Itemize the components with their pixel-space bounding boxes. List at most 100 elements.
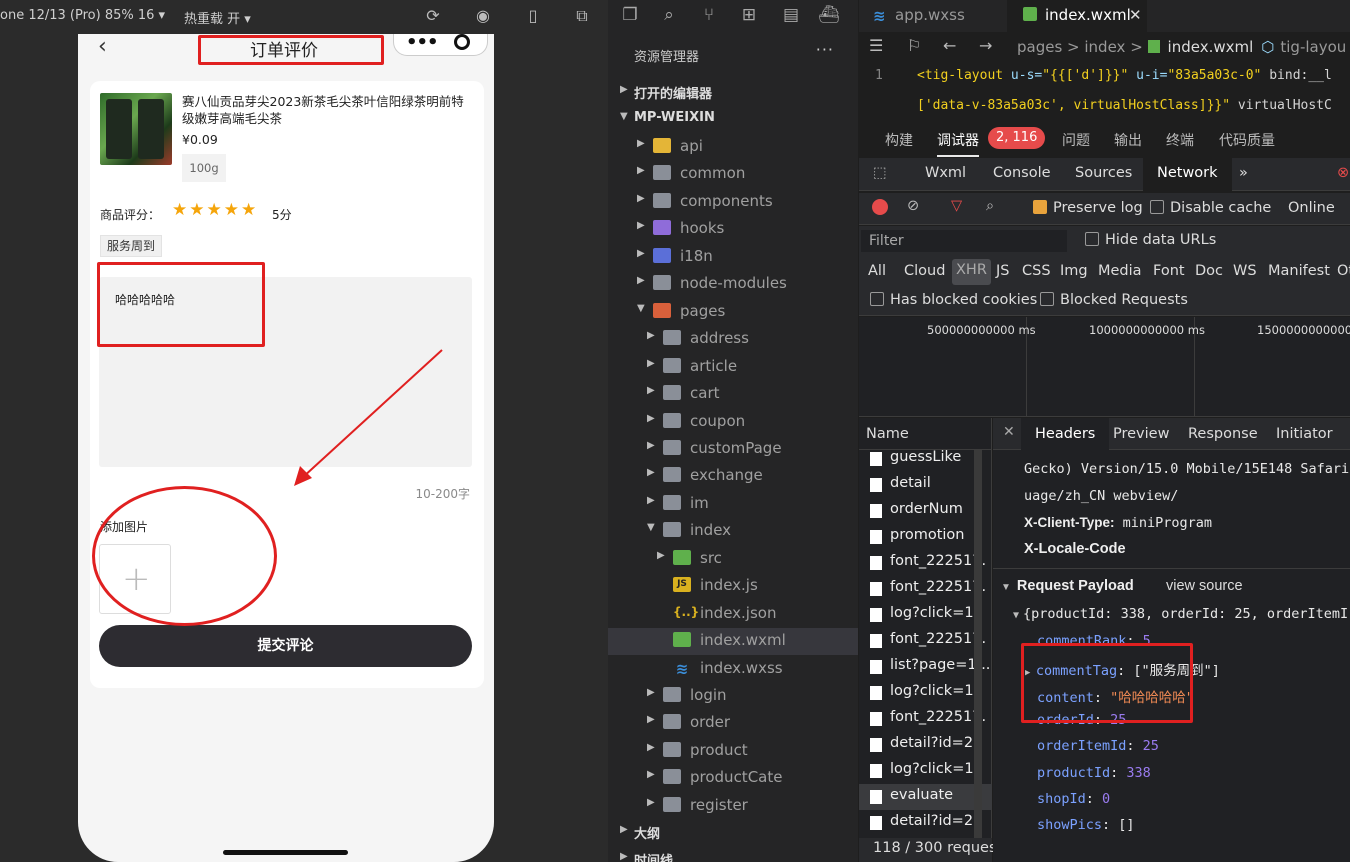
back-arrow-icon[interactable]: ← (943, 36, 956, 55)
record-icon[interactable] (872, 199, 888, 215)
request-row[interactable]: detail (859, 472, 992, 498)
files-icon[interactable]: ❐ (619, 5, 641, 27)
tab-code-quality[interactable]: 代码质量 (1219, 130, 1275, 150)
tab-console[interactable]: Console (993, 165, 1051, 181)
search-icon[interactable]: ⌕ (986, 198, 994, 214)
request-row[interactable]: detail?id=25 (859, 810, 992, 836)
tab-app-wxss[interactable]: ≋ app.wxss (859, 0, 1007, 32)
tree-item-custompage[interactable]: ▶ customPage (608, 436, 858, 463)
tree-item-components[interactable]: ▶ components (608, 189, 858, 216)
tree-item-index-wxss[interactable]: ≋ index.wxss (608, 656, 858, 683)
source-control-icon[interactable]: ⑂ (698, 5, 720, 27)
request-row[interactable]: promotion (859, 524, 992, 550)
filter-font[interactable]: Font (1153, 263, 1185, 279)
filter-manifest[interactable]: Manifest (1268, 263, 1330, 279)
list-icon[interactable]: ☰ (869, 36, 883, 55)
filter-xhr[interactable]: XHR (952, 259, 991, 285)
tab-preview[interactable]: Preview (1113, 426, 1169, 442)
request-row[interactable]: guessLike (859, 446, 992, 472)
error-icon[interactable]: ⊗ (1337, 165, 1349, 181)
bookmark-icon[interactable]: ⚐ (907, 36, 921, 55)
tree-item-cart[interactable]: ▶ cart (608, 381, 858, 408)
request-row[interactable]: orderNum (859, 498, 992, 524)
tree-item-index-json[interactable]: {..} index.json (608, 601, 858, 628)
filter-input[interactable]: Filter (861, 230, 1067, 252)
tree-item-index-js[interactable]: JS index.js (608, 573, 858, 600)
tree-item-productcate[interactable]: ▶ productCate (608, 765, 858, 792)
tab-problems[interactable]: 问题 (1062, 130, 1090, 150)
hide-data-urls-checkbox[interactable]: Hide data URLs (1085, 232, 1216, 248)
filter-css[interactable]: CSS (1022, 263, 1051, 279)
network-timeline[interactable]: 500000000000 ms 1000000000000 ms 1500000… (859, 317, 1350, 417)
filter-cloud[interactable]: Cloud (904, 263, 945, 279)
breadcrumb-file[interactable]: index.wxml (1168, 38, 1254, 56)
request-row[interactable]: log?click=1 (859, 680, 992, 706)
more-tabs-icon[interactable]: » (1239, 165, 1248, 181)
tree-item-login[interactable]: ▶ login (608, 683, 858, 710)
outline-section[interactable]: ▶ 大纲 (608, 820, 858, 847)
timeline-section[interactable]: ▶ 时间线 (608, 847, 858, 862)
payload-summary[interactable]: ▼ {productId: 338, orderId: 25, orderItem… (1013, 606, 1348, 622)
scrollbar[interactable] (974, 450, 982, 840)
tree-item-index[interactable]: ▼ index (608, 518, 858, 545)
breadcrumb-path[interactable]: pages > index > (1017, 38, 1148, 56)
has-blocked-cookies-checkbox[interactable]: Has blocked cookies (870, 292, 1037, 308)
tab-terminal[interactable]: 终端 (1166, 130, 1194, 150)
request-row[interactable]: log?click=1 (859, 602, 992, 628)
tab-wxml[interactable]: Wxml (925, 165, 966, 181)
panel-icon[interactable]: ▤ (780, 5, 802, 27)
view-source-link[interactable]: view source (1166, 578, 1243, 594)
tree-item-coupon[interactable]: ▶ coupon (608, 409, 858, 436)
tab-network[interactable]: Network (1143, 158, 1232, 191)
request-row[interactable]: evaluate (859, 784, 992, 810)
blocked-requests-checkbox[interactable]: Blocked Requests (1040, 292, 1188, 308)
tab-sources[interactable]: Sources (1075, 165, 1132, 181)
filter-doc[interactable]: Doc (1195, 263, 1223, 279)
tree-item-src[interactable]: ▶ src (608, 546, 858, 573)
tree-item-product[interactable]: ▶ product (608, 738, 858, 765)
code-editor[interactable]: 1 <tig-layout u-s="{{['d']}}" u-i="83a5a… (859, 62, 1350, 120)
more-actions-icon[interactable]: ··· (816, 40, 834, 59)
tree-item-article[interactable]: ▶ article (608, 354, 858, 381)
request-row[interactable]: detail?id=25 (859, 732, 992, 758)
throttling-select[interactable]: Online (1288, 200, 1335, 216)
close-tab-icon[interactable]: ✕ (1129, 0, 1142, 30)
request-row[interactable]: log?click=1 (859, 758, 992, 784)
tab-index-wxml[interactable]: index.wxml ✕ (1007, 0, 1147, 32)
tree-item-pages[interactable]: ▼ pages (608, 299, 858, 326)
tree-item-address[interactable]: ▶ address (608, 326, 858, 353)
tab-initiator[interactable]: Initiator (1276, 426, 1333, 442)
extensions-icon[interactable]: ⊞ (738, 5, 760, 27)
close-icon[interactable]: ✕ (1003, 424, 1015, 440)
tab-debugger[interactable]: 调试器 (937, 130, 979, 157)
request-payload-section[interactable]: ▼ Request Payload (1001, 578, 1134, 594)
preserve-log-checkbox[interactable]: Preserve log (1033, 200, 1143, 216)
tab-response[interactable]: Response (1188, 426, 1258, 442)
filter-ws[interactable]: WS (1233, 263, 1257, 279)
request-row[interactable]: font_222517. (859, 576, 992, 602)
filter-other[interactable]: Ot (1337, 263, 1350, 279)
open-editors-section[interactable]: ▶ 打开的编辑器 (608, 80, 858, 107)
request-row[interactable]: font_222517. (859, 706, 992, 732)
tree-item-node-modules[interactable]: ▶ node-modules (608, 271, 858, 298)
tree-item-order[interactable]: ▶ order (608, 710, 858, 737)
filter-img[interactable]: Img (1060, 263, 1088, 279)
request-row[interactable]: font_222517. (859, 628, 992, 654)
tab-output[interactable]: 输出 (1114, 130, 1142, 150)
docker-icon[interactable]: ⛴ (818, 5, 840, 27)
filter-all[interactable]: All (868, 263, 886, 279)
tree-item-exchange[interactable]: ▶ exchange (608, 463, 858, 490)
tree-item-index-wxml[interactable]: index.wxml (608, 628, 858, 656)
filter-icon[interactable]: ▽ (951, 198, 962, 214)
clear-icon[interactable]: ⊘ (907, 198, 919, 214)
tab-build[interactable]: 构建 (885, 130, 913, 150)
forward-arrow-icon[interactable]: → (979, 36, 992, 55)
inspect-icon[interactable]: ⬚ (873, 165, 887, 181)
tree-item-im[interactable]: ▶ im (608, 491, 858, 518)
search-icon[interactable]: ⌕ (658, 5, 680, 27)
tree-item-i18n[interactable]: ▶ i18n (608, 244, 858, 271)
tab-headers[interactable]: Headers (1021, 418, 1110, 451)
project-section[interactable]: ▼ MP-WEIXIN (608, 107, 858, 134)
request-row[interactable]: list?page=1... (859, 654, 992, 680)
tree-item-api[interactable]: ▶ api (608, 134, 858, 161)
